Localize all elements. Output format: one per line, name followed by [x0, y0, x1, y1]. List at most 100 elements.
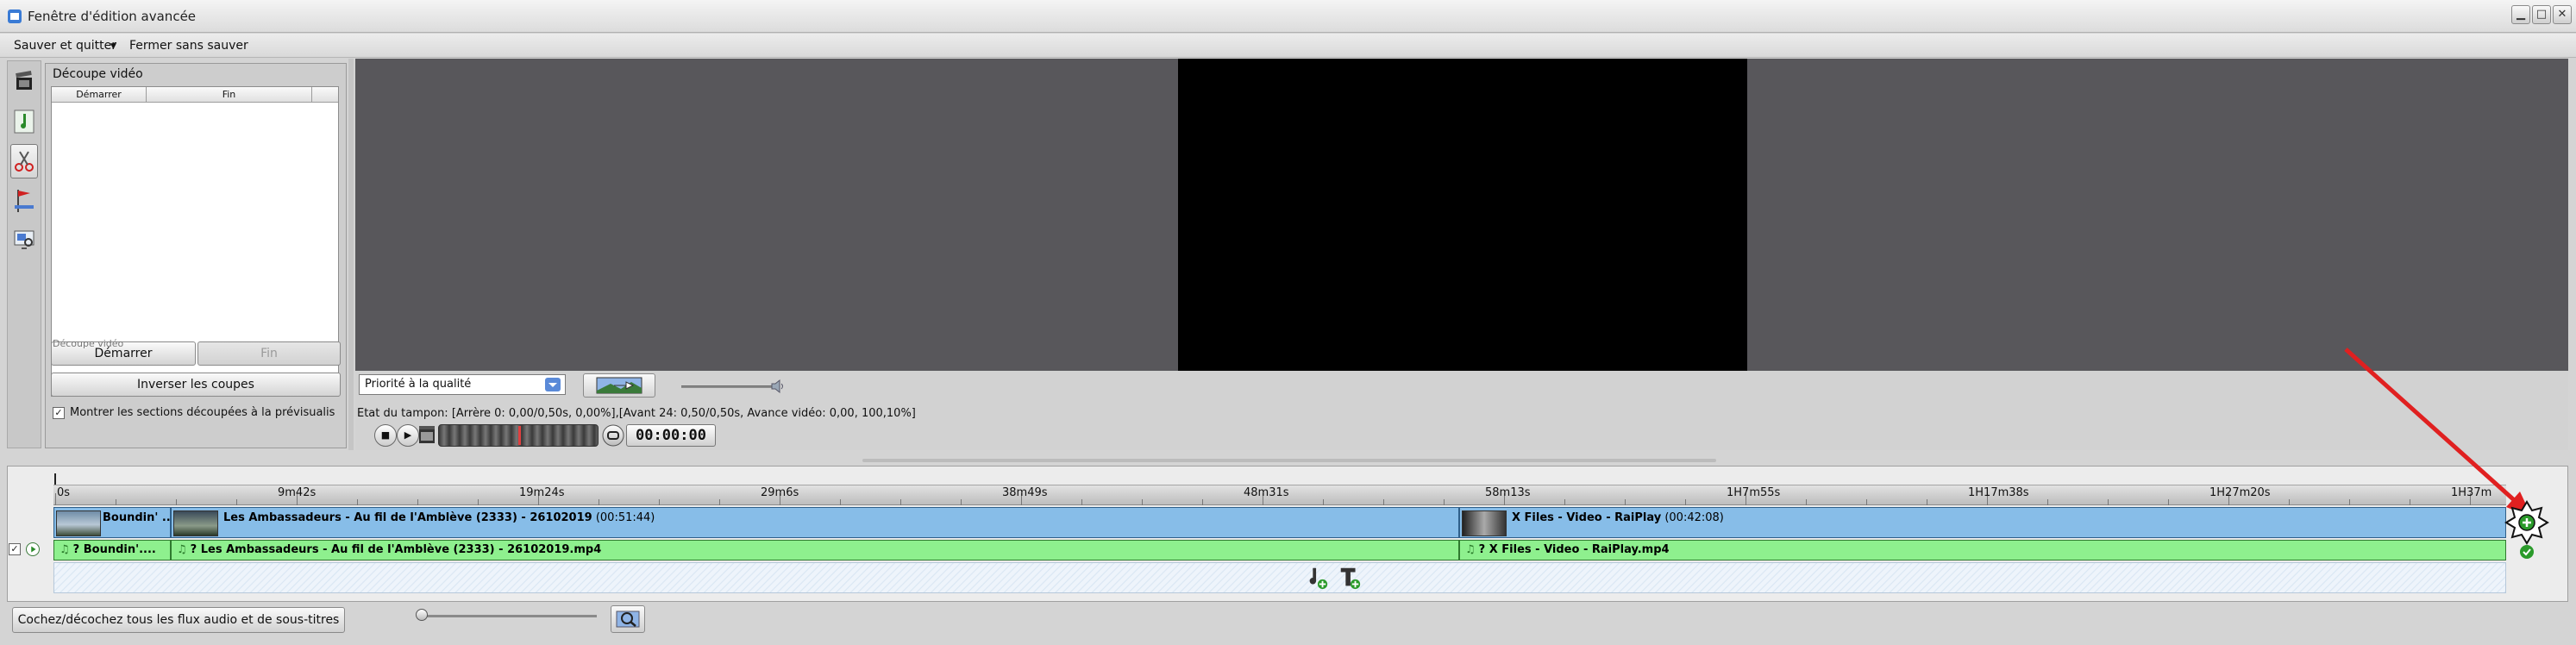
left-tool-strip: [7, 60, 41, 448]
app-icon: [8, 9, 22, 23]
ruler-label: 1H27m20s: [2209, 486, 2271, 499]
ruler-label: 19m24s: [519, 486, 565, 499]
zoom-slider[interactable]: [421, 615, 597, 617]
ruler-minor-tick: [2289, 499, 2290, 505]
window-title: Fenêtre d'édition avancée: [28, 9, 197, 24]
column-header-end[interactable]: Fin: [147, 87, 312, 103]
stop-icon: ■: [380, 429, 391, 441]
ruler-minor-tick: [1142, 499, 1143, 505]
landscape-preview-icon: [596, 377, 642, 394]
minimize-button[interactable]: ▁: [2511, 5, 2530, 24]
toggle-all-streams-button[interactable]: Cochez/décochez tous les flux audio et d…: [12, 607, 345, 633]
video-cut-panel: Découpe vidéo Démarrer Fin Démarrer Déco…: [45, 63, 347, 448]
audio-clip-label: Boundin'....: [83, 543, 156, 556]
tool-cut[interactable]: [10, 144, 38, 178]
column-header-spacer: [312, 87, 338, 103]
video-clip-title: Les Ambassadeurs - Au fil de l'Amblève (…: [223, 511, 655, 524]
show-cut-sections-checkbox[interactable]: ✓: [53, 407, 65, 419]
play-button[interactable]: ▶: [397, 424, 419, 447]
zoom-fit-button[interactable]: [611, 605, 645, 633]
dropdown-arrow-icon[interactable]: [545, 378, 561, 391]
volume-slider[interactable]: [681, 385, 776, 388]
track-play-icon[interactable]: [26, 542, 40, 556]
tool-audio[interactable]: [10, 104, 38, 139]
ruler-minor-tick: [2108, 499, 2109, 505]
buffer-status-text: Etat du tampon: [Arrère 0: 0,00/0,50s, 0…: [357, 407, 916, 420]
flag-icon: [15, 190, 34, 212]
clip-thumbnail: [1462, 510, 1507, 536]
video-clip-ambassadeurs[interactable]: Les Ambassadeurs - Au fil de l'Amblève (…: [171, 507, 1459, 538]
tool-preview[interactable]: [10, 223, 38, 258]
video-clip-title: Boundin' ...: [103, 511, 171, 524]
maximize-button[interactable]: □: [2532, 5, 2551, 24]
show-cut-sections-label: Montrer les sections découpées à la prév…: [70, 406, 335, 419]
save-and-quit-menu[interactable]: Sauver et quitter: [14, 39, 116, 53]
track-enable-checkbox[interactable]: ✓: [9, 543, 21, 555]
ruler-minor-tick: [1625, 499, 1626, 505]
horizontal-splitter[interactable]: [862, 459, 1716, 462]
ruler-minor-tick: [1806, 499, 1807, 505]
ruler-tick: [55, 493, 56, 505]
monitor-icon: [14, 230, 34, 249]
ruler-minor-tick: [2168, 499, 2169, 505]
ruler-minor-tick: [1323, 499, 1324, 505]
add-audio-icon[interactable]: [1304, 564, 1330, 592]
end-cut-button[interactable]: Fin: [197, 341, 341, 366]
video-frame[interactable]: [1178, 59, 1747, 371]
ruler-minor-tick: [2047, 499, 2048, 505]
ruler-label: 58m13s: [1485, 486, 1531, 499]
loop-icon[interactable]: [602, 424, 624, 447]
close-without-saving-menu[interactable]: Fermer sans sauver: [129, 39, 248, 53]
tool-chapters[interactable]: [10, 184, 38, 218]
vertical-splitter[interactable]: [348, 59, 354, 450]
audio-clip-ambassadeurs[interactable]: ♫? Les Ambassadeurs - Au fil de l'Amblèv…: [171, 540, 1459, 560]
ruler-minor-tick: [1685, 499, 1686, 505]
audio-clip-boundin[interactable]: ♫? Boundin'....: [53, 540, 171, 560]
save-and-quit-dropdown-icon[interactable]: ▼: [110, 42, 116, 51]
ruler-minor-tick: [1444, 499, 1445, 505]
zoom-slider-handle[interactable]: [416, 609, 428, 621]
ruler-minor-tick: [719, 499, 720, 505]
audio-ok-icon[interactable]: [2518, 543, 2535, 560]
clip-thumbnail: [56, 510, 101, 536]
audio-clip-xfiles[interactable]: ♫? X Files - Video - RaiPlay.mp4: [1459, 540, 2506, 560]
check-mark-icon: ✓: [10, 543, 19, 554]
video-clip-title: X Files - Video - RaiPlay (00:42:08): [1512, 511, 1724, 524]
close-button[interactable]: ✕: [2553, 5, 2572, 24]
ruler-minor-tick: [961, 499, 962, 505]
subtitle-track[interactable]: [53, 562, 2506, 593]
column-header-start[interactable]: Démarrer: [52, 87, 147, 103]
cut-panel-title: Découpe vidéo: [51, 67, 145, 81]
add-subtitle-icon[interactable]: [1337, 564, 1363, 592]
ruler-label: 1H17m38s: [1968, 486, 2029, 499]
clip-thumbnail: [173, 510, 218, 536]
invert-cuts-button[interactable]: Inverser les coupes: [51, 373, 341, 397]
title-bar: Fenêtre d'édition avancée ▁ □ ✕: [0, 0, 2576, 33]
ruler-minor-tick: [840, 499, 841, 505]
music-note-icon: ♫: [60, 543, 70, 556]
ruler-label: 1H7m55s: [1727, 486, 1781, 499]
ruler-minor-tick: [357, 499, 358, 505]
scissors-icon: [15, 151, 34, 172]
audio-marker: ?: [72, 543, 80, 556]
tool-video[interactable]: [10, 65, 38, 99]
ruler-label: 48m31s: [1244, 486, 1289, 499]
speaker-icon[interactable]: [769, 378, 787, 395]
ruler-minor-tick: [1081, 499, 1082, 505]
render-mode-button[interactable]: [583, 373, 655, 398]
annotation-arrow-icon: [2344, 348, 2532, 517]
add-track-gear-icon[interactable]: [2504, 500, 2549, 545]
check-mark-icon: ✓: [54, 407, 63, 418]
music-note-icon: [14, 110, 34, 134]
ruler-minor-tick: [417, 499, 418, 505]
video-clip-boundin[interactable]: Boundin' ...: [53, 507, 171, 538]
ruler-minor-tick: [1866, 499, 1867, 505]
film-step-icon[interactable]: [417, 424, 436, 447]
ruler-minor-tick: [236, 499, 237, 505]
quality-select[interactable]: Priorité à la qualité: [359, 374, 566, 395]
playhead-marker-icon[interactable]: [52, 473, 59, 485]
ruler-minor-tick: [1383, 499, 1384, 505]
ruler-minor-tick: [659, 499, 660, 505]
stop-button[interactable]: ■: [374, 424, 397, 447]
ruler-label: 9m42s: [278, 486, 317, 499]
